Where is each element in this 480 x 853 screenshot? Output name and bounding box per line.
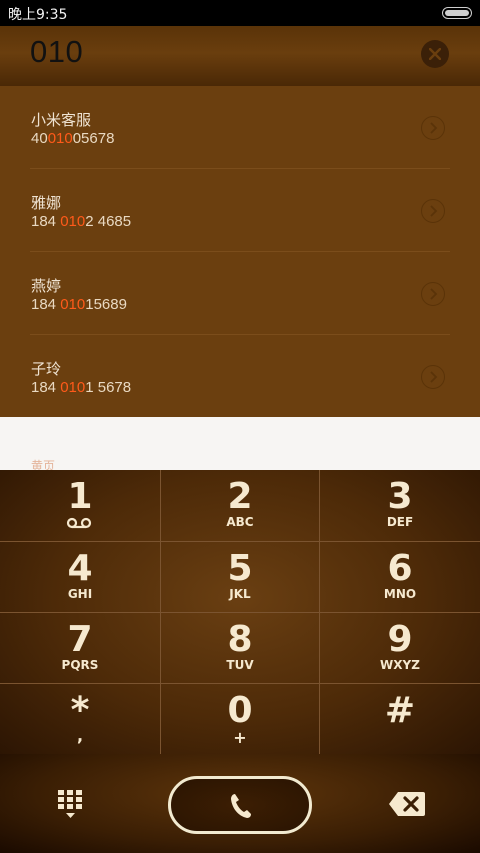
dialpad-icon [58, 790, 82, 818]
key-3[interactable]: 3 DEF [320, 470, 480, 541]
contact-number: 184 01015689 [31, 296, 127, 313]
key-1[interactable]: 1 [0, 470, 160, 541]
contact-results-list: 小米客服 4001005678 雅娜 184 0102 4685 燕婷 184 … [0, 86, 480, 417]
status-time: 晚上9:35 [8, 7, 68, 23]
contact-detail-button[interactable] [421, 282, 445, 306]
contact-number: 184 0102 4685 [31, 213, 132, 230]
matched-digits: 010 [60, 379, 86, 396]
dialer-action-bar [0, 754, 480, 853]
contact-detail-button[interactable] [421, 116, 445, 140]
chevron-right-icon [430, 205, 438, 217]
backspace-icon [389, 792, 425, 816]
contact-name: 小米客服 [31, 111, 92, 129]
backspace-button[interactable] [388, 791, 426, 817]
key-star[interactable]: *, [0, 684, 160, 755]
key-4[interactable]: 4 GHI [0, 542, 160, 613]
voicemail-icon [66, 517, 92, 529]
contact-detail-button[interactable] [421, 365, 445, 389]
contact-name: 雅娜 [31, 194, 62, 212]
key-hash[interactable]: # [320, 684, 480, 755]
dialed-number: 010 [30, 34, 84, 69]
battery-icon [442, 7, 472, 19]
key-5[interactable]: 5 JKL [160, 542, 320, 613]
call-button[interactable] [168, 776, 312, 834]
yellow-pages-section: 黄页 [0, 417, 480, 473]
chevron-right-icon [430, 371, 438, 383]
contact-row[interactable]: 小米客服 4001005678 [0, 86, 480, 169]
chevron-right-icon [430, 122, 438, 134]
dial-keypad: 1 2 ABC 3 DEF 4 GHI 5 JKL 6 MNO 7 PQRS 8 TUV 9W… [0, 470, 480, 754]
contact-detail-button[interactable] [421, 199, 445, 223]
key-6[interactable]: 6 MNO [320, 542, 480, 613]
key-0[interactable]: 0 + [160, 684, 320, 755]
matched-digits: 010 [60, 296, 86, 313]
contact-row[interactable]: 子玲 184 0101 5678 [0, 335, 480, 418]
clear-button[interactable] [421, 40, 449, 68]
number-display-bar: 010 [0, 26, 480, 86]
key-7[interactable]: 7 PQRS [0, 613, 160, 684]
key-2[interactable]: 2 ABC [160, 470, 320, 541]
key-8[interactable]: 8 TUV [160, 613, 320, 684]
contact-row[interactable]: 雅娜 184 0102 4685 [0, 169, 480, 252]
contact-row[interactable]: 燕婷 184 01015689 [0, 252, 480, 335]
matched-digits: 010 [47, 130, 73, 147]
close-icon [429, 48, 441, 60]
contact-number: 4001005678 [31, 130, 115, 147]
dialpad-toggle-button[interactable] [56, 788, 86, 820]
status-bar: 晚上9:35 [0, 0, 480, 26]
contact-name: 燕婷 [31, 277, 62, 295]
contact-name: 子玲 [31, 360, 62, 378]
phone-icon [231, 794, 251, 818]
key-9[interactable]: 9 WXYZ [320, 613, 480, 684]
matched-digits: 010 [60, 213, 86, 230]
chevron-right-icon [430, 288, 438, 300]
contact-number: 184 0101 5678 [31, 379, 132, 396]
